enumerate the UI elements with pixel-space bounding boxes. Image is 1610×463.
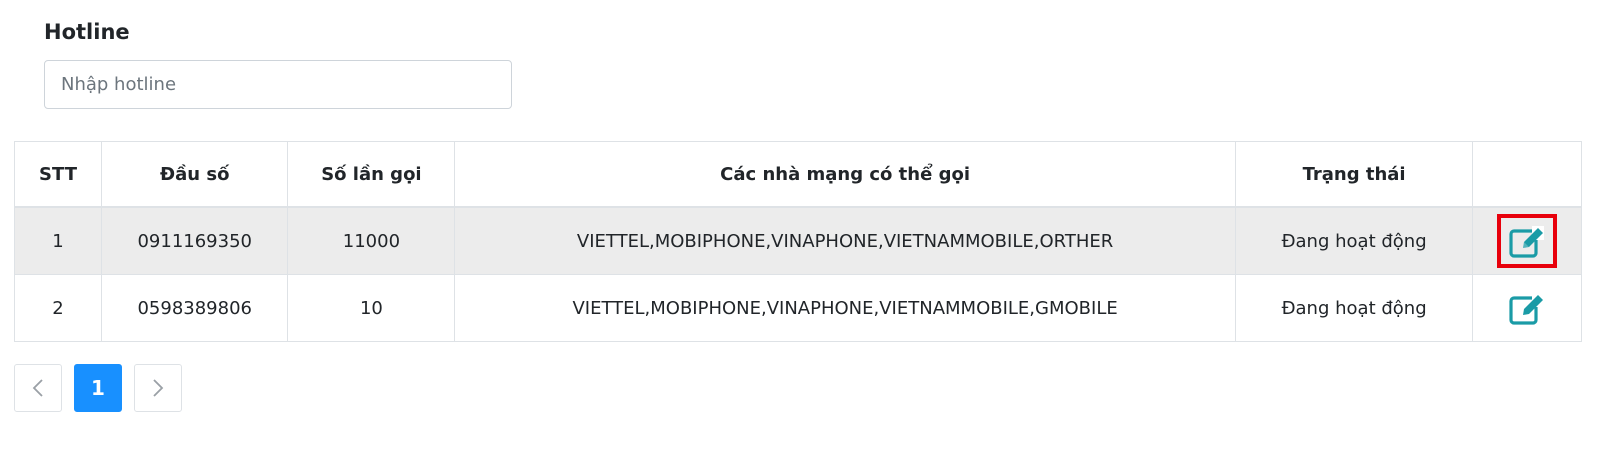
header-nha-mang[interactable]: Các nhà mạng có thể gọi — [454, 141, 1236, 208]
edit-icon — [1509, 226, 1545, 258]
cell-actions — [1472, 274, 1582, 342]
table-header-row: STT Đầu số Số lần gọi Các nhà mạng có th… — [13, 141, 1582, 208]
next-page-button[interactable] — [134, 364, 182, 412]
table-row: 2 0598389806 10 VIETTEL,MOBIPHONE,VINAPH… — [13, 274, 1582, 342]
cell-stt: 2 — [13, 274, 103, 342]
hotline-filter-label: Hotline — [44, 20, 130, 44]
pagination: 1 — [14, 364, 182, 412]
page-1-button[interactable]: 1 — [74, 364, 122, 412]
prev-page-button[interactable] — [14, 364, 62, 412]
edit-button[interactable] — [1497, 214, 1558, 268]
cell-so-lan-goi: 10 — [287, 274, 456, 342]
cell-so-lan-goi: 11000 — [287, 206, 456, 275]
table-row: 1 0911169350 11000 VIETTEL,MOBIPHONE,VIN… — [13, 206, 1582, 275]
header-dau-so[interactable]: Đầu số — [101, 141, 289, 208]
cell-nha-mang: VIETTEL,MOBIPHONE,VINAPHONE,VIETNAMMOBIL… — [454, 206, 1236, 275]
cell-dau-so: 0911169350 — [101, 206, 289, 275]
header-trang-thai[interactable]: Trạng thái — [1234, 141, 1474, 208]
hotline-search-input[interactable] — [44, 60, 512, 109]
header-so-lan-goi[interactable]: Số lần gọi — [287, 141, 456, 208]
header-stt[interactable]: STT — [13, 141, 103, 208]
edit-icon — [1509, 293, 1545, 325]
cell-trang-thai: Đang hoạt động — [1234, 206, 1474, 275]
edit-button[interactable] — [1501, 285, 1553, 331]
cell-dau-so: 0598389806 — [101, 274, 289, 342]
chevron-right-icon — [153, 379, 164, 397]
header-actions — [1472, 141, 1582, 208]
cell-trang-thai: Đang hoạt động — [1234, 274, 1474, 342]
chevron-left-icon — [32, 379, 43, 397]
cell-actions — [1472, 206, 1582, 275]
cell-stt: 1 — [13, 206, 103, 275]
hotline-table: STT Đầu số Số lần gọi Các nhà mạng có th… — [13, 141, 1582, 342]
hotline-page: Hotline STT Đầu số Số lần gọi Các nhà mạ… — [0, 0, 1610, 463]
cell-nha-mang: VIETTEL,MOBIPHONE,VINAPHONE,VIETNAMMOBIL… — [454, 274, 1236, 342]
